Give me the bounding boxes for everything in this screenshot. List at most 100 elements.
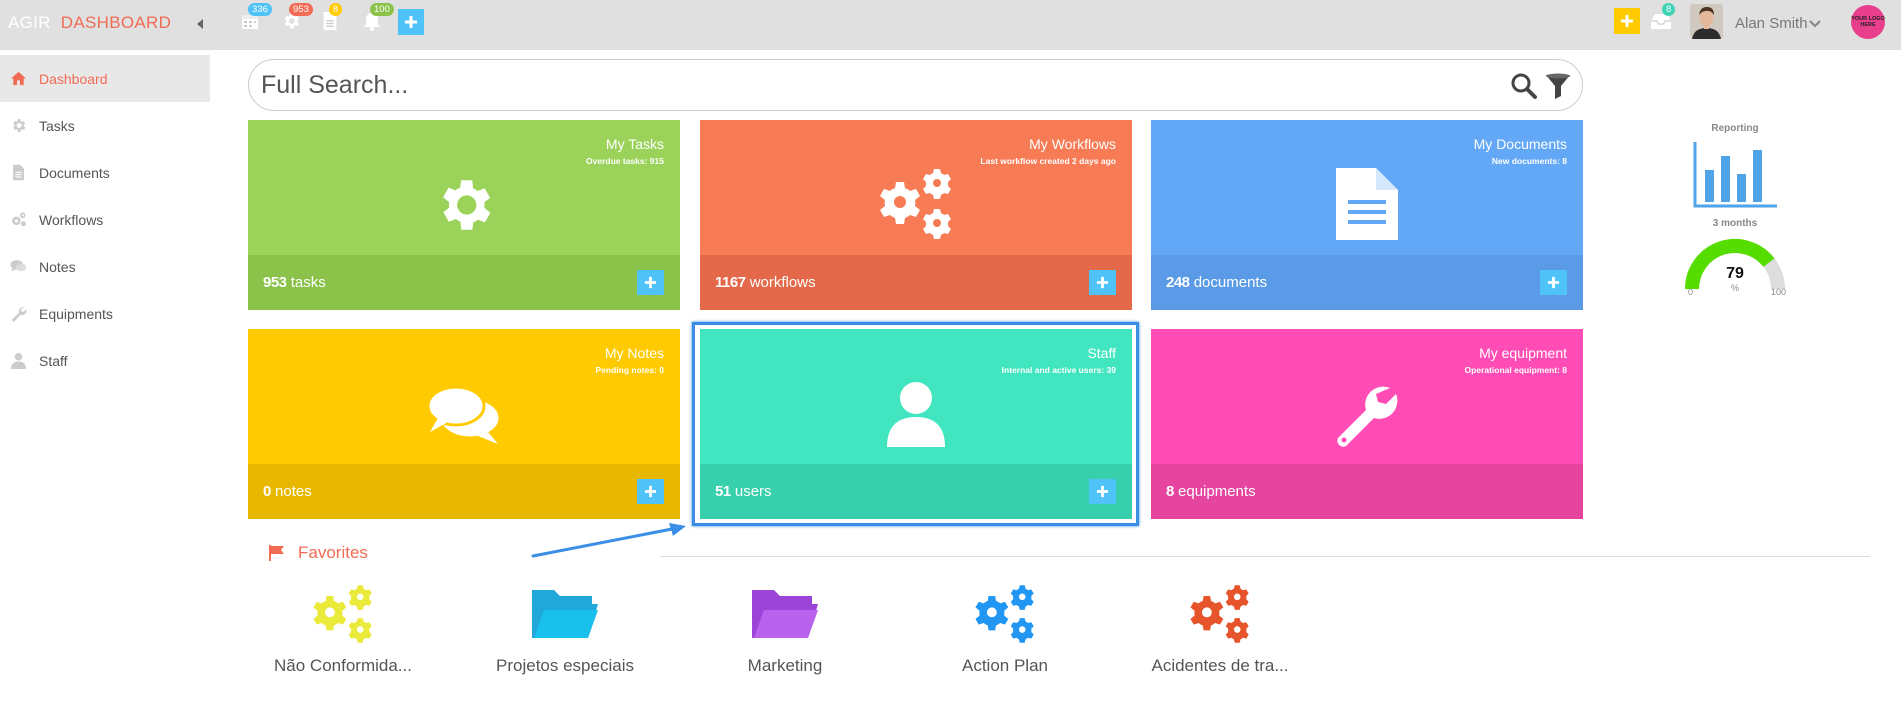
sidebar-item-documents[interactable]: Documents (0, 149, 210, 196)
card-count: 8 equipments (1166, 483, 1256, 500)
comments-icon (426, 384, 502, 448)
highlight-box (692, 322, 1139, 526)
add-document-button[interactable] (1540, 270, 1567, 295)
card-subtitle: New documents: 8 (1491, 156, 1567, 166)
plus-icon (1621, 15, 1633, 27)
plus-icon (644, 276, 657, 289)
favorites-header: Favorites (268, 543, 368, 563)
sidebar: Dashboard Tasks Documents Workflows Note… (0, 55, 210, 384)
search-input[interactable] (261, 66, 1411, 104)
bar-chart-icon (1693, 142, 1777, 208)
notifications-badge: 100 (370, 3, 394, 16)
gauge: 79 % 0 100 (1680, 235, 1790, 301)
gears-icon (12, 212, 26, 227)
settings-button[interactable]: 953 (281, 3, 313, 33)
card-title: My equipment (1479, 345, 1567, 361)
favorite-label: Action Plan (962, 656, 1048, 675)
reporting-widget[interactable]: Reporting 3 months 79 % 0 100 (1660, 123, 1810, 301)
chevron-down-icon[interactable] (1808, 17, 1822, 31)
card-title: My Workflows (1029, 136, 1116, 152)
add-workflow-button[interactable] (1089, 270, 1116, 295)
favorite-label: Projetos especiais (496, 656, 634, 675)
favorite-action-plan[interactable]: Action Plan (910, 582, 1100, 676)
card-footer: 8 equipments (1151, 464, 1583, 519)
collapse-sidebar-icon[interactable] (194, 15, 206, 33)
count-value: 0 (263, 483, 271, 500)
sidebar-item-dashboard[interactable]: Dashboard (0, 55, 210, 102)
card-footer: 0 notes (248, 464, 680, 519)
card-title: My Tasks (605, 136, 664, 152)
card-my-workflows[interactable]: My Workflows Last workflow created 2 day… (700, 120, 1132, 310)
gears-icon (305, 582, 381, 646)
card-count: 1167 workflows (715, 274, 816, 291)
inbox-button[interactable]: 8 (1650, 3, 1676, 33)
count-unit: documents (1193, 274, 1268, 291)
favorite-nao-conformidades[interactable]: Não Conformida... (248, 582, 438, 676)
card-subtitle: Overdue tasks: 915 (586, 156, 664, 166)
favorite-acidentes-de-trabalho[interactable]: Acidentes de tra... (1125, 582, 1315, 676)
count-value: 953 (263, 274, 287, 291)
comments-icon (10, 260, 27, 272)
sidebar-item-staff[interactable]: Staff (0, 337, 210, 384)
quick-add-button[interactable] (398, 9, 424, 35)
top-bar: AGIR DASHBOARD 336 953 8 100 8 Alan Smith… (0, 0, 1901, 50)
home-icon (10, 71, 27, 86)
annotation-arrow-icon (531, 523, 686, 558)
user-name[interactable]: Alan Smith (1735, 15, 1808, 32)
card-count: 0 notes (263, 483, 312, 500)
logo-text: YOUR LOGO HERE (1851, 16, 1885, 28)
sidebar-item-label: Workflows (39, 211, 104, 228)
gauge-max: 100 (1770, 287, 1786, 297)
calendar-badge: 336 (248, 3, 272, 16)
avatar[interactable] (1690, 4, 1723, 39)
gears-icon (875, 165, 957, 243)
inbox-badge: 8 (1662, 3, 1676, 16)
search-icon[interactable] (1510, 72, 1538, 100)
sidebar-item-label: Documents (39, 164, 110, 181)
gauge-value: 79 (1726, 265, 1744, 282)
card-footer: 248 documents (1151, 255, 1583, 310)
plus-icon (644, 485, 657, 498)
count-value: 8 (1166, 483, 1174, 500)
sidebar-item-workflows[interactable]: Workflows (0, 196, 210, 243)
favorite-projetos-especiais[interactable]: Projetos especiais (470, 582, 660, 676)
create-button[interactable] (1614, 8, 1640, 34)
notifications-button[interactable]: 100 (362, 3, 394, 33)
wrench-icon (11, 307, 27, 322)
card-subtitle: Operational equipment: 8 (1464, 365, 1568, 375)
card-my-notes[interactable]: My Notes Pending notes: 0 0 notes (248, 329, 680, 519)
card-my-tasks[interactable]: My Tasks Overdue tasks: 915 953 tasks (248, 120, 680, 310)
card-subtitle: Pending notes: 0 (595, 365, 664, 375)
card-title: My Documents (1473, 136, 1567, 152)
favorite-marketing[interactable]: Marketing (690, 582, 880, 676)
sidebar-item-label: Tasks (39, 117, 75, 134)
flag-icon (269, 545, 284, 561)
card-title: My Notes (604, 345, 664, 361)
add-note-button[interactable] (637, 479, 664, 504)
count-value: 248 (1166, 274, 1190, 291)
sidebar-item-notes[interactable]: Notes (0, 243, 210, 290)
company-logo: YOUR LOGO HERE (1851, 5, 1885, 39)
gears-icon (1182, 582, 1258, 646)
documents-badge: 8 (329, 3, 343, 16)
sidebar-item-label: Staff (39, 352, 68, 369)
folder-open-icon (747, 582, 823, 646)
plus-icon (1096, 276, 1109, 289)
search-bar (248, 59, 1583, 111)
add-task-button[interactable] (637, 270, 664, 295)
count-unit: notes (275, 483, 312, 500)
settings-badge: 953 (289, 3, 313, 16)
sidebar-item-equipments[interactable]: Equipments (0, 290, 210, 337)
sidebar-item-label: Dashboard (39, 70, 108, 87)
calendar-button[interactable]: 336 (240, 3, 272, 33)
documents-button[interactable]: 8 (321, 3, 343, 33)
favorites-title: Favorites (298, 543, 368, 562)
card-my-equipment[interactable]: My equipment Operational equipment: 8 8 … (1151, 329, 1583, 519)
sidebar-item-tasks[interactable]: Tasks (0, 102, 210, 149)
count-value: 1167 (715, 274, 746, 291)
brand[interactable]: AGIR DASHBOARD (8, 13, 171, 33)
filter-icon[interactable] (1544, 72, 1572, 100)
document-icon (1334, 166, 1400, 242)
card-my-documents[interactable]: My Documents New documents: 8 248 docume… (1151, 120, 1583, 310)
plus-icon (1547, 276, 1560, 289)
